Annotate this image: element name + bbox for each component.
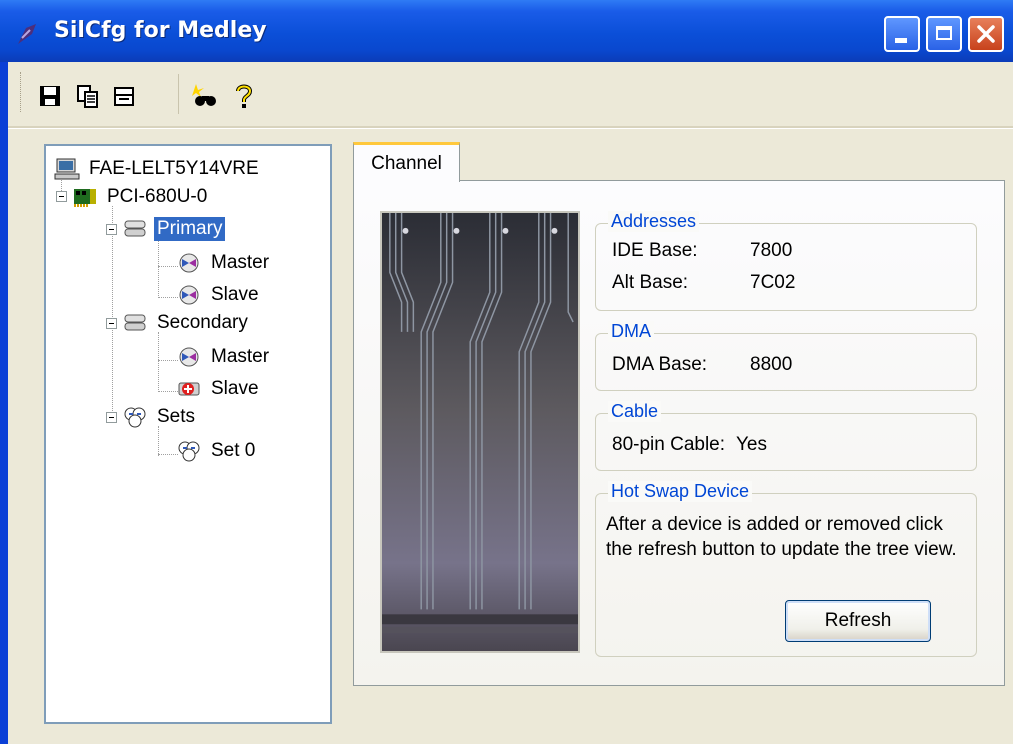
- copy-icon[interactable]: [74, 82, 102, 110]
- tree-node-primary[interactable]: Primary: [122, 214, 226, 244]
- hot-swap-instructions: After a device is added or removed click…: [606, 514, 957, 560]
- field-value: 8800: [750, 354, 793, 375]
- drive-icon: [179, 253, 199, 273]
- cable-row: 80-pin Cable: Yes: [612, 434, 767, 456]
- alt-base-row: Alt Base: 7C02: [612, 272, 795, 294]
- tree-label: Master: [211, 252, 270, 273]
- tree-node-adapter[interactable]: PCI-680U-0: [72, 182, 210, 212]
- refresh-button[interactable]: Refresh: [785, 600, 931, 642]
- drive-icon: [179, 285, 199, 305]
- group-legend: Cable: [608, 401, 662, 422]
- addresses-group: Addresses IDE Base: 7800 Alt Base: 7C02: [595, 211, 977, 311]
- channel-panel: Addresses IDE Base: 7800 Alt Base: 7C02 …: [353, 180, 1005, 686]
- toolbar-divider: [8, 126, 1013, 129]
- cable-group: Cable 80-pin Cable: Yes: [595, 401, 977, 471]
- tab-label: Channel: [371, 152, 442, 174]
- tree-label: Secondary: [157, 312, 248, 333]
- field-value: 7800: [750, 240, 793, 261]
- collapse-toggle[interactable]: [106, 224, 117, 235]
- tree-node-primary-master[interactable]: Master: [176, 248, 272, 278]
- title-bar[interactable]: SilCfg for Medley: [0, 0, 1013, 62]
- help-icon[interactable]: [230, 82, 258, 110]
- app-window: SilCfg for Medley FAE-LELT5Y14VRE PCI-68…: [0, 0, 1013, 744]
- tree-label-selected: Primary: [154, 217, 226, 241]
- tree-node-computer[interactable]: FAE-LELT5Y14VRE: [54, 154, 262, 184]
- group-legend: Hot Swap Device: [608, 481, 753, 502]
- dma-group: DMA DMA Base: 8800: [595, 321, 977, 391]
- save-icon[interactable]: [36, 82, 64, 110]
- field-label: DMA Base:: [612, 354, 708, 375]
- dma-base-row: DMA Base: 8800: [612, 354, 792, 376]
- tree-node-primary-slave[interactable]: Slave: [176, 280, 262, 310]
- tree-label: Slave: [211, 284, 259, 305]
- field-label: 80-pin Cable:: [612, 434, 726, 455]
- tree-node-sets[interactable]: Sets: [122, 402, 198, 432]
- close-icon: [977, 25, 995, 43]
- tree-node-secondary[interactable]: Secondary: [122, 308, 251, 338]
- field-value: 7C02: [750, 272, 796, 293]
- tree-node-secondary-slave[interactable]: Slave: [176, 374, 262, 404]
- tree-label: PCI-680U-0: [107, 186, 208, 207]
- ide-base-row: IDE Base: 7800: [612, 240, 792, 262]
- sets-icon: [124, 407, 146, 428]
- collapse-toggle[interactable]: [106, 318, 117, 329]
- tree-node-secondary-master[interactable]: Master: [176, 342, 272, 372]
- window-title: SilCfg for Medley: [54, 18, 267, 43]
- toolbar-grip[interactable]: [20, 72, 24, 112]
- tree-line: [158, 238, 159, 298]
- tree-line: [158, 332, 159, 392]
- tree-line: [158, 454, 178, 455]
- collapse-toggle[interactable]: [56, 191, 67, 202]
- group-legend: Addresses: [608, 211, 700, 232]
- client-area: FAE-LELT5Y14VRE PCI-680U-0 Primary Maste…: [8, 62, 1013, 744]
- tree-line: [158, 297, 178, 298]
- device-tree[interactable]: FAE-LELT5Y14VRE PCI-680U-0 Primary Maste…: [44, 144, 332, 724]
- minimize-button[interactable]: [884, 16, 920, 52]
- toolbar: [8, 62, 1013, 126]
- channel-icon: [124, 220, 146, 237]
- tree-line: [158, 391, 178, 392]
- print-icon[interactable]: [110, 82, 138, 110]
- tree-label: Slave: [211, 378, 259, 399]
- drive-icon: [179, 347, 199, 367]
- tab-channel[interactable]: Channel: [353, 142, 460, 182]
- computer-icon: [54, 158, 80, 180]
- toolbar-separator: [178, 74, 179, 114]
- close-button[interactable]: [968, 16, 1004, 52]
- hot-swap-group: Hot Swap Device After a device is added …: [595, 481, 977, 657]
- set-icon: [178, 441, 200, 462]
- ide-cable-image: [380, 211, 580, 653]
- field-label: Alt Base:: [612, 272, 689, 293]
- maximize-button[interactable]: [926, 16, 962, 52]
- tree-label: Set 0: [211, 440, 256, 461]
- tree-node-set-0[interactable]: Set 0: [176, 436, 258, 466]
- pci-card-icon: [74, 189, 96, 207]
- tree-line: [158, 266, 178, 267]
- field-label: IDE Base:: [612, 240, 698, 261]
- tree-label: Sets: [157, 406, 196, 427]
- tree-line: [158, 360, 178, 361]
- tree-line: [112, 206, 113, 421]
- field-value: Yes: [736, 434, 767, 455]
- channel-icon: [124, 314, 146, 331]
- app-icon: [18, 24, 36, 44]
- tree-label: Master: [211, 346, 270, 367]
- collapse-toggle[interactable]: [106, 412, 117, 423]
- error-drive-icon: [178, 382, 200, 396]
- button-label: Refresh: [824, 610, 892, 631]
- tree-label: FAE-LELT5Y14VRE: [89, 158, 259, 179]
- group-legend: DMA: [608, 321, 654, 342]
- scan-icon[interactable]: [190, 82, 218, 110]
